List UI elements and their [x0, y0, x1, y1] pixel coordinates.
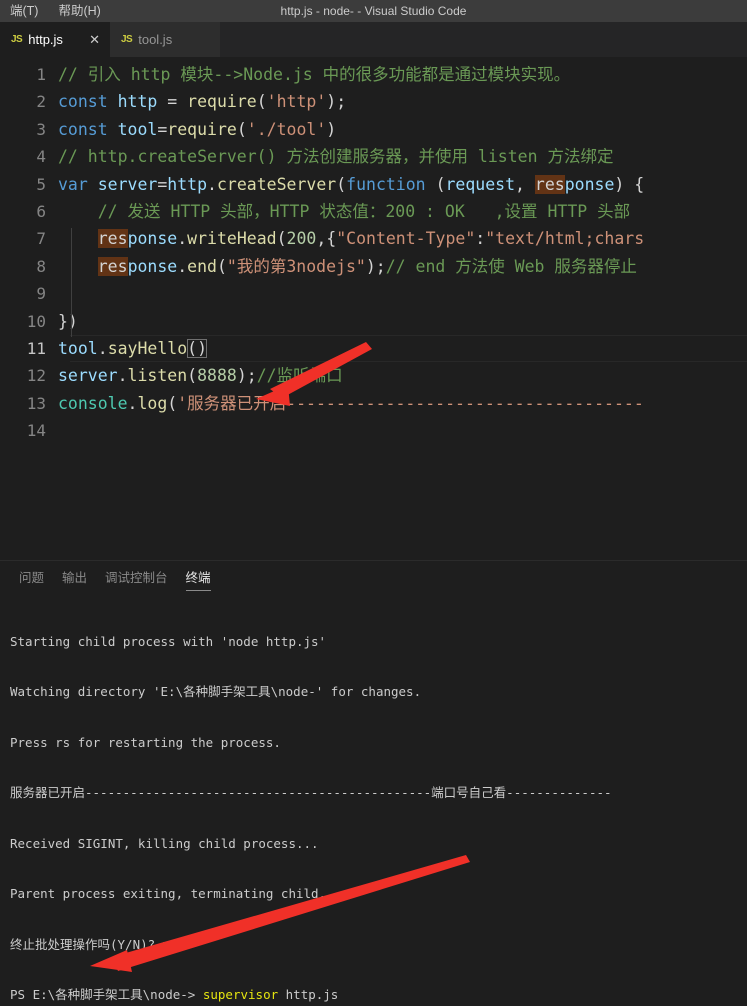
code-lines: 1 // 引入 http 模块-->Node.js 中的很多功能都是通过模块实现…: [0, 58, 747, 444]
terminal-prompt-line: PS E:\各种脚手架工具\node-> supervisor http.js: [10, 987, 339, 1003]
code-line-text[interactable]: var server=http.createServer(function (r…: [58, 171, 747, 198]
terminal-line: Starting child process with 'node http.j…: [10, 633, 327, 649]
code-line-text[interactable]: // 发送 HTTP 头部，HTTP 状态值：200 : OK ,设置 HTTP…: [58, 198, 747, 225]
js-file-icon: JS: [11, 34, 23, 45]
panel-tab-bar: 问题 输出 调试控制台 终端: [0, 561, 747, 596]
code-line-text[interactable]: [58, 280, 747, 307]
menu-item-terminal[interactable]: 端(T): [0, 0, 48, 22]
tab-tool-js-label: tool.js: [138, 32, 173, 47]
panel-tab-output-label: 输出: [62, 571, 88, 585]
code-line[interactable]: 3 const tool=require('./tool'): [0, 116, 747, 143]
code-line-text[interactable]: response.writeHead(200,{"Content-Type":"…: [58, 225, 747, 252]
code-line-text[interactable]: server.listen(8888);//监听端口: [58, 362, 747, 389]
terminal-line: Press rs for restarting the process.: [10, 734, 281, 750]
panel-tab-debug-console[interactable]: 调试控制台: [96, 561, 177, 596]
code-line[interactable]: 12 server.listen(8888);//监听端口: [0, 362, 747, 389]
code-line[interactable]: 7 response.writeHead(200,{"Content-Type"…: [0, 225, 747, 252]
line-number: 6: [36, 201, 46, 221]
menu-item-terminal-label: 端(T): [10, 4, 39, 18]
code-line-text[interactable]: // 引入 http 模块-->Node.js 中的很多功能都是通过模块实现。: [58, 61, 747, 88]
menu-item-help[interactable]: 帮助(H): [48, 0, 110, 22]
code-line[interactable]: 2 const http = require('http');: [0, 88, 747, 115]
terminal-command: supervisor: [202, 987, 279, 1003]
panel-tab-problems-label: 问题: [19, 571, 45, 585]
menu-bar: 端(T) 帮助(H): [0, 0, 111, 22]
code-line-text[interactable]: console.log('服务器已开启---------------------…: [58, 390, 747, 417]
bottom-panel: 问题 输出 调试控制台 终端 Starting child process wi…: [0, 560, 747, 1006]
code-line-text[interactable]: // http.createServer() 方法创建服务器，并使用 liste…: [58, 143, 747, 170]
tab-http-js-label: http.js: [28, 32, 63, 47]
line-number: 3: [36, 119, 46, 139]
line-number: 7: [36, 229, 46, 249]
vscode-window: 端(T) 帮助(H) http.js - node- - Visual Stud…: [0, 0, 747, 1006]
line-number: 10: [26, 311, 46, 331]
code-line-text[interactable]: [58, 417, 747, 444]
line-number: 1: [36, 65, 46, 84]
indent-guide: [71, 228, 72, 310]
code-line-text[interactable]: }): [58, 308, 747, 335]
line-number: 14: [26, 421, 46, 441]
code-line[interactable]: 13 console.log('服务器已开启------------------…: [0, 390, 747, 417]
code-line[interactable]: 8 response.end("我的第3nodejs");// end 方法使 …: [0, 253, 747, 280]
panel-tab-terminal-label: 终端: [185, 571, 211, 585]
title-bar: 端(T) 帮助(H) http.js - node- - Visual Stud…: [0, 0, 747, 22]
line-number: 12: [26, 366, 46, 386]
panel-tab-debug-console-label: 调试控制台: [105, 571, 168, 585]
code-line-text[interactable]: const tool=require('./tool'): [58, 116, 747, 143]
menu-item-help-label: 帮助(H): [58, 4, 101, 18]
code-line[interactable]: 6 // 发送 HTTP 头部，HTTP 状态值：200 : OK ,设置 HT…: [0, 198, 747, 225]
panel-tab-problems[interactable]: 问题: [10, 561, 53, 596]
line-number: 4: [36, 147, 46, 167]
panel-tab-terminal[interactable]: 终端: [177, 561, 220, 596]
tab-tool-js[interactable]: JS tool.js ✕: [110, 22, 220, 57]
line-number: 11: [26, 338, 46, 358]
line-number: 8: [36, 256, 46, 276]
code-line-text[interactable]: response.end("我的第3nodejs");// end 方法使 We…: [58, 253, 747, 280]
code-line-text[interactable]: tool.sayHello(): [58, 335, 747, 362]
close-icon[interactable]: ✕: [73, 33, 100, 46]
code-line[interactable]: 5 var server=http.createServer(function …: [0, 171, 747, 198]
code-line[interactable]: 4 // http.createServer() 方法创建服务器，并使用 lis…: [0, 143, 747, 170]
line-number: 5: [36, 174, 46, 194]
code-line[interactable]: 14: [0, 417, 747, 444]
line-number: 9: [36, 284, 46, 304]
editor-tab-bar: JS http.js ✕ JS tool.js ✕: [0, 22, 747, 58]
panel-tab-output[interactable]: 输出: [53, 561, 96, 596]
terminal-line: Parent process exiting, terminating chil…: [10, 886, 342, 902]
terminal-line: 终止批处理操作吗(Y/N)? y: [10, 936, 171, 952]
code-line-active[interactable]: 11 tool.sayHello(): [0, 334, 747, 363]
code-line-text[interactable]: const http = require('http');: [58, 88, 747, 115]
code-line[interactable]: 10 }): [0, 308, 747, 335]
tab-http-js[interactable]: JS http.js ✕: [0, 22, 110, 57]
code-line[interactable]: 9: [0, 280, 747, 307]
code-editor[interactable]: 1 // 引入 http 模块-->Node.js 中的很多功能都是通过模块实现…: [0, 58, 747, 560]
terminal-output[interactable]: Starting child process with 'node http.j…: [0, 596, 747, 1006]
code-line[interactable]: 1 // 引入 http 模块-->Node.js 中的很多功能都是通过模块实现…: [0, 61, 747, 88]
line-number: 13: [26, 393, 46, 413]
terminal-line: Received SIGINT, killing child process..…: [10, 835, 319, 851]
terminal-line: Watching directory 'E:\各种脚手架工具\node-' fo…: [10, 684, 422, 700]
indent-guide: [71, 310, 72, 337]
window-title: http.js - node- - Visual Studio Code: [280, 4, 467, 18]
line-number: 2: [36, 92, 46, 112]
terminal-prompt-prefix: PS E:\各种脚手架工具\node->: [10, 987, 203, 1003]
js-file-icon: JS: [121, 34, 133, 45]
terminal-line: 服务器已开启----------------------------------…: [10, 785, 612, 801]
